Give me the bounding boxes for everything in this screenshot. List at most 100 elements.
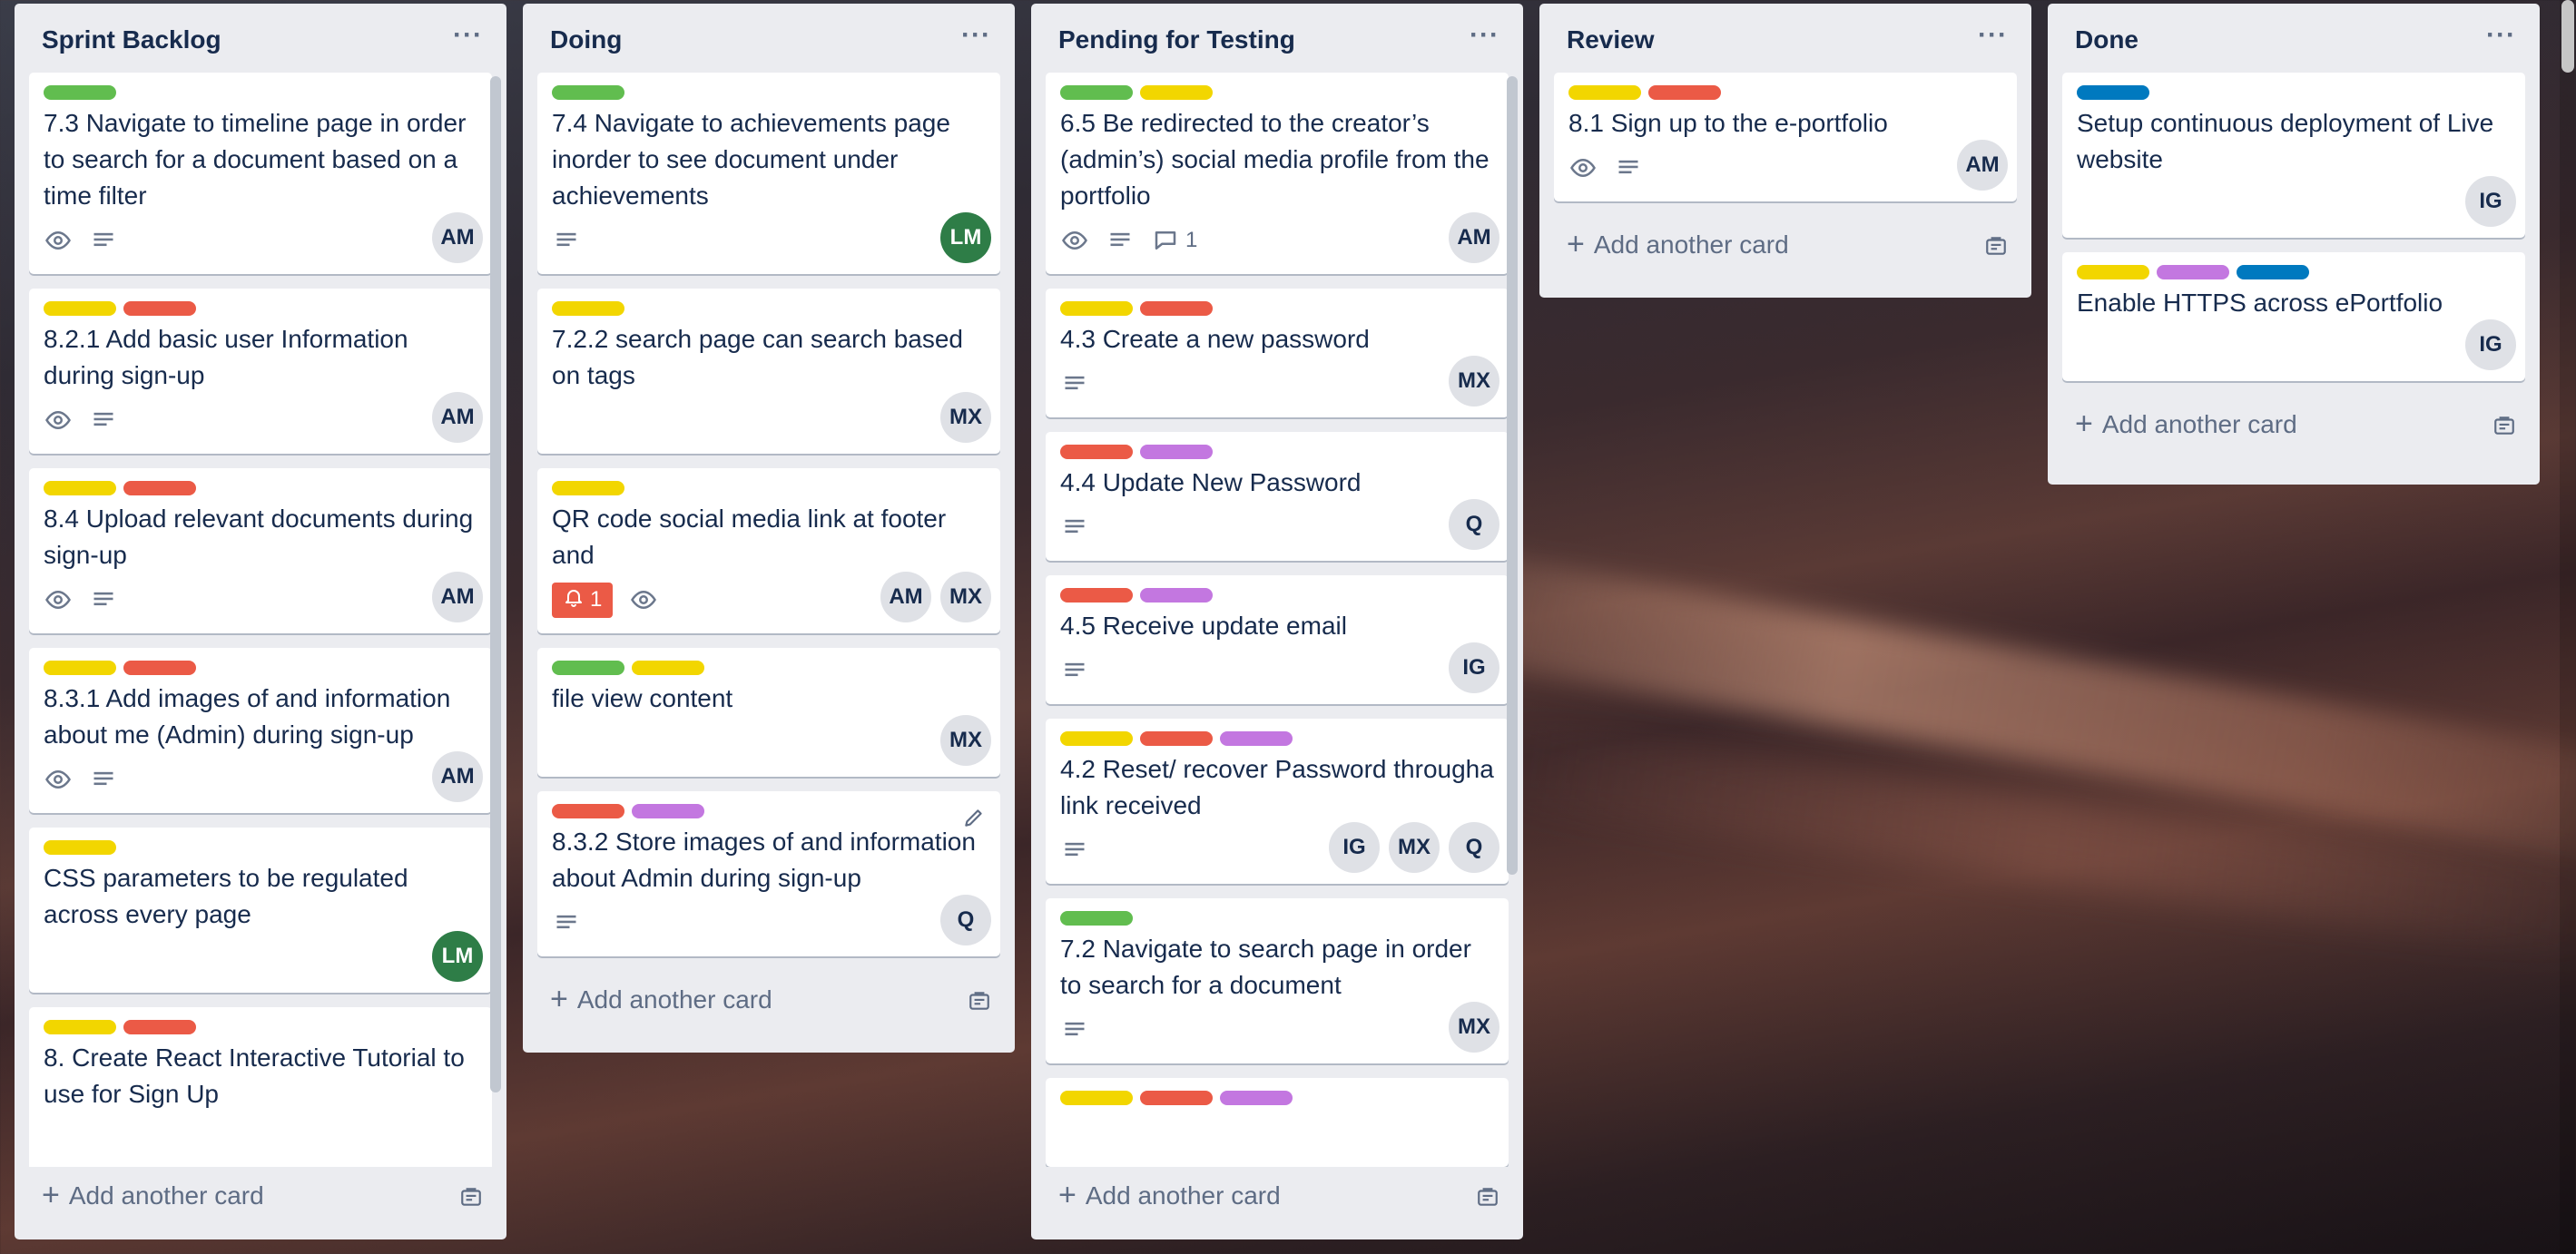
avatar-mx[interactable]: MX: [1389, 822, 1440, 873]
avatar-q[interactable]: Q: [1449, 499, 1499, 550]
card[interactable]: file view content MX: [537, 648, 1000, 777]
card[interactable]: 8.3.2 Store images of and information ab…: [537, 791, 1000, 956]
card[interactable]: 6.5 Be redirected to the creator’s (admi…: [1046, 73, 1509, 274]
card[interactable]: 8. Create React Interactive Tutorial to …: [29, 1007, 492, 1167]
card[interactable]: 4.2 Reset/ recover Password througha lin…: [1046, 719, 1509, 884]
notification-badge[interactable]: 1: [552, 582, 614, 618]
card[interactable]: CSS parameters to be regulated across ev…: [29, 828, 492, 993]
list-menu-icon[interactable]: ···: [453, 20, 483, 51]
avatar-am[interactable]: AM: [432, 572, 483, 622]
card[interactable]: 4.5 Receive update email IG: [1046, 575, 1509, 704]
list-title[interactable]: Sprint Backlog ···: [15, 4, 506, 73]
label-yellow[interactable]: [44, 661, 116, 675]
add-another-card-button[interactable]: + Add another card: [523, 971, 1015, 1034]
avatar-ig[interactable]: IG: [2465, 176, 2516, 227]
label-yellow[interactable]: [1060, 301, 1133, 316]
card-template-icon[interactable]: [968, 989, 991, 1013]
avatar-am[interactable]: AM: [1449, 212, 1499, 263]
label-purple[interactable]: [1140, 588, 1213, 603]
label-yellow[interactable]: [632, 661, 704, 675]
card[interactable]: [1046, 1078, 1509, 1167]
label-yellow[interactable]: [44, 840, 116, 855]
avatar-q[interactable]: Q: [940, 895, 991, 945]
card[interactable]: 7.2 Navigate to search page in order to …: [1046, 898, 1509, 1063]
card-template-icon[interactable]: [2492, 414, 2516, 437]
card[interactable]: QR code social media link at footer and 1…: [537, 468, 1000, 633]
list-title[interactable]: Pending for Testing ···: [1031, 4, 1523, 73]
label-red[interactable]: [1140, 731, 1213, 746]
edit-pencil-icon[interactable]: [962, 806, 986, 834]
label-red[interactable]: [1140, 1091, 1213, 1105]
label-red[interactable]: [123, 661, 196, 675]
avatar-lm[interactable]: LM: [432, 931, 483, 982]
card[interactable]: 8.1 Sign up to the e-portfolio AM: [1554, 73, 2017, 201]
label-red[interactable]: [123, 301, 196, 316]
card[interactable]: 7.3 Navigate to timeline page in order t…: [29, 73, 492, 274]
card[interactable]: 8.4 Upload relevant documents during sig…: [29, 468, 492, 633]
add-another-card-button[interactable]: + Add another card: [2048, 396, 2540, 459]
label-red[interactable]: [123, 1020, 196, 1034]
label-red[interactable]: [123, 481, 196, 495]
label-yellow[interactable]: [1568, 85, 1641, 100]
label-yellow[interactable]: [2077, 265, 2149, 279]
label-yellow[interactable]: [1140, 85, 1213, 100]
card[interactable]: 7.2.2 search page can search based on ta…: [537, 289, 1000, 454]
label-blue[interactable]: [2237, 265, 2309, 279]
label-red[interactable]: [1648, 85, 1721, 100]
card-template-icon[interactable]: [1984, 234, 2008, 258]
label-yellow[interactable]: [44, 301, 116, 316]
label-red[interactable]: [1060, 588, 1133, 603]
label-yellow[interactable]: [1060, 1091, 1133, 1105]
label-purple[interactable]: [1220, 1091, 1293, 1105]
card[interactable]: 4.4 Update New Password Q: [1046, 432, 1509, 561]
list-title[interactable]: Review ···: [1539, 4, 2031, 73]
label-purple[interactable]: [2157, 265, 2229, 279]
label-green[interactable]: [1060, 85, 1133, 100]
label-yellow[interactable]: [552, 301, 624, 316]
label-green[interactable]: [552, 661, 624, 675]
label-red[interactable]: [1060, 445, 1133, 459]
add-another-card-button[interactable]: + Add another card: [15, 1167, 506, 1230]
avatar-ig[interactable]: IG: [1329, 822, 1380, 873]
label-red[interactable]: [552, 804, 624, 818]
avatar-am[interactable]: AM: [880, 572, 931, 622]
card[interactable]: 8.2.1 Add basic user Information during …: [29, 289, 492, 454]
list-title[interactable]: Done ···: [2048, 4, 2540, 73]
avatar-lm[interactable]: LM: [940, 212, 991, 263]
list-menu-icon[interactable]: ···: [1978, 20, 2008, 51]
window-scrollbar-thumb[interactable]: [2561, 0, 2574, 73]
window-scrollbar[interactable]: [2560, 0, 2576, 1254]
label-yellow[interactable]: [1060, 731, 1133, 746]
avatar-am[interactable]: AM: [432, 751, 483, 802]
card[interactable]: Setup continuous deployment of Live webs…: [2062, 73, 2525, 238]
label-yellow[interactable]: [552, 481, 624, 495]
card-template-icon[interactable]: [459, 1185, 483, 1209]
label-green[interactable]: [44, 85, 116, 100]
list-menu-icon[interactable]: ···: [2486, 20, 2516, 51]
avatar-am[interactable]: AM: [432, 392, 483, 443]
avatar-mx[interactable]: MX: [940, 392, 991, 443]
list-menu-icon[interactable]: ···: [1470, 20, 1499, 51]
add-another-card-button[interactable]: + Add another card: [1539, 216, 2031, 279]
card[interactable]: 8.3.1 Add images of and information abou…: [29, 648, 492, 813]
avatar-ig[interactable]: IG: [2465, 319, 2516, 370]
label-yellow[interactable]: [44, 481, 116, 495]
label-blue[interactable]: [2077, 85, 2149, 100]
avatar-q[interactable]: Q: [1449, 822, 1499, 873]
avatar-mx[interactable]: MX: [1449, 356, 1499, 407]
add-another-card-button[interactable]: + Add another card: [1031, 1167, 1523, 1230]
label-green[interactable]: [552, 85, 624, 100]
avatar-mx[interactable]: MX: [940, 715, 991, 766]
list-menu-icon[interactable]: ···: [961, 20, 991, 51]
card-template-icon[interactable]: [1476, 1185, 1499, 1209]
list-scrollbar[interactable]: [1507, 76, 1518, 875]
label-purple[interactable]: [632, 804, 704, 818]
card[interactable]: Enable HTTPS across ePortfolio IG: [2062, 252, 2525, 381]
card[interactable]: 4.3 Create a new password MX: [1046, 289, 1509, 417]
avatar-mx[interactable]: MX: [1449, 1002, 1499, 1053]
label-purple[interactable]: [1220, 731, 1293, 746]
avatar-ig[interactable]: IG: [1449, 642, 1499, 693]
label-green[interactable]: [1060, 911, 1133, 926]
list-title[interactable]: Doing ···: [523, 4, 1015, 73]
avatar-am[interactable]: AM: [1957, 140, 2008, 191]
